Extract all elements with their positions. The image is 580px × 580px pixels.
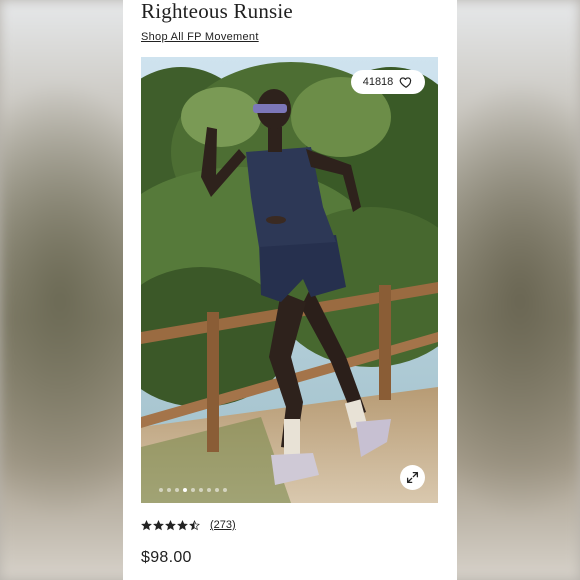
product-image[interactable]: 41818	[141, 57, 438, 503]
product-title: Righteous Runsie	[141, 0, 293, 23]
carousel-dot[interactable]	[207, 488, 211, 492]
carousel-dot[interactable]	[159, 488, 163, 492]
favorites-count: 41818	[362, 76, 394, 88]
carousel-dot[interactable]	[191, 488, 195, 492]
product-card: Righteous Runsie Shop All FP Movement 41…	[123, 0, 457, 580]
heart-icon	[399, 77, 412, 88]
expand-image-button[interactable]	[400, 465, 425, 490]
star-icon	[177, 519, 188, 530]
star-icon	[153, 519, 164, 530]
carousel-indicators	[159, 488, 227, 492]
carousel-dot[interactable]	[199, 488, 203, 492]
review-count-link[interactable]: (273)	[210, 519, 236, 531]
runner-photo	[141, 57, 438, 503]
carousel-dot[interactable]	[215, 488, 219, 492]
star-rating	[141, 519, 200, 531]
carousel-dot[interactable]	[183, 488, 187, 492]
star-icon	[141, 519, 152, 530]
expand-icon	[406, 471, 419, 484]
star-icon	[165, 519, 176, 530]
rating-row: (273)	[141, 519, 236, 531]
carousel-dot[interactable]	[223, 488, 227, 492]
star-icon	[189, 519, 200, 530]
carousel-dot[interactable]	[167, 488, 171, 492]
carousel-dot[interactable]	[175, 488, 179, 492]
favorite-button[interactable]: 41818	[351, 70, 425, 94]
shop-all-link[interactable]: Shop All FP Movement	[141, 31, 259, 43]
price: $98.00	[141, 549, 192, 566]
